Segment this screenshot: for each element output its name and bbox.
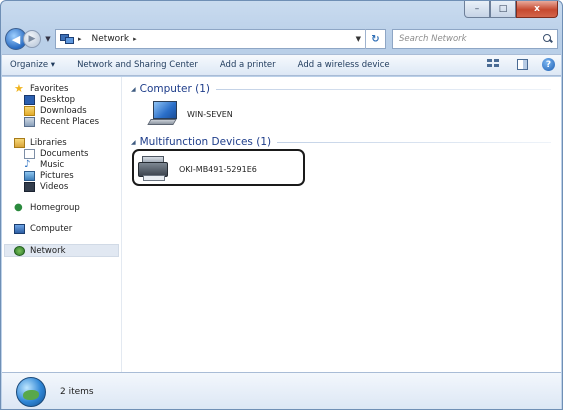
network-sharing-center-button[interactable]: Network and Sharing Center	[77, 60, 198, 70]
breadcrumb-separator[interactable]: ▸	[78, 35, 82, 43]
group-header-multifunction[interactable]: ◢ Multifunction Devices (1)	[131, 136, 551, 148]
forward-arrow-icon[interactable]: ▶	[23, 30, 41, 48]
group-header-computer[interactable]: ◢ Computer (1)	[131, 83, 551, 95]
desktop-icon	[24, 94, 35, 105]
star-icon: ★	[14, 81, 24, 95]
close-button[interactable]: x	[516, 1, 558, 18]
collapse-arrow-icon[interactable]: ◢	[131, 139, 136, 146]
address-bar[interactable]: ▸ Network ▸ ▼ ↻	[55, 29, 386, 49]
address-dropdown-icon[interactable]: ▼	[356, 35, 361, 43]
nav-pictures[interactable]: Pictures	[2, 170, 121, 181]
add-printer-button[interactable]: Add a printer	[220, 60, 276, 70]
nav-libraries[interactable]: Libraries	[2, 137, 121, 148]
breadcrumb-network[interactable]: Network	[92, 34, 130, 44]
file-list-pane: ◢ Computer (1) WIN-SEVEN ◢ Multifunction…	[123, 77, 561, 372]
music-note-icon: ♪	[24, 158, 31, 170]
search-input[interactable]: Search Network	[392, 29, 558, 49]
libraries-icon	[14, 137, 25, 148]
nav-videos[interactable]: Videos	[2, 181, 121, 192]
refresh-icon[interactable]: ↻	[365, 29, 385, 49]
details-pane: 2 items	[2, 372, 561, 409]
caption-buttons: – □ x	[464, 1, 558, 18]
network-icon	[14, 245, 25, 256]
downloads-folder-icon	[24, 105, 35, 116]
add-wireless-device-button[interactable]: Add a wireless device	[298, 60, 390, 70]
printer-icon	[137, 155, 171, 183]
nav-downloads[interactable]: Downloads	[2, 105, 121, 116]
navigation-pane: ★ Favorites Desktop Downloads Recent Plac…	[2, 77, 122, 372]
breadcrumb-separator[interactable]: ▸	[133, 35, 137, 43]
navigation-row: ◀ ▶ ▼ ▸ Network ▸ ▼ ↻ Search Network	[5, 25, 558, 53]
nav-desktop[interactable]: Desktop	[2, 94, 121, 105]
videos-icon	[24, 181, 35, 192]
homegroup-icon: ●	[14, 201, 23, 213]
nav-recent-places[interactable]: Recent Places	[2, 116, 121, 127]
maximize-button[interactable]: □	[490, 1, 516, 18]
device-win-seven[interactable]: WIN-SEVEN	[147, 101, 233, 127]
change-view-icon[interactable]	[487, 58, 503, 71]
view-controls: ?	[487, 58, 555, 71]
device-oki-printer[interactable]: OKI-MB491-5291E6	[137, 155, 257, 183]
nav-music[interactable]: ♪ Music	[2, 159, 121, 170]
nav-documents[interactable]: Documents	[2, 148, 121, 159]
help-icon[interactable]: ?	[542, 58, 555, 71]
network-globe-icon	[16, 377, 46, 407]
recent-pages-dropdown[interactable]: ▼	[43, 35, 53, 43]
minimize-button[interactable]: –	[464, 1, 490, 18]
group-divider	[277, 141, 551, 143]
search-placeholder: Search Network	[399, 34, 467, 44]
organize-button[interactable]: Organize ▾	[10, 60, 55, 70]
nav-network[interactable]: Network	[4, 244, 119, 257]
group-divider	[216, 88, 551, 90]
computer-icon	[147, 101, 179, 127]
command-bar: Organize ▾ Network and Sharing Center Ad…	[2, 54, 561, 76]
search-icon[interactable]	[543, 34, 553, 44]
pictures-icon	[24, 170, 35, 181]
nav-computer[interactable]: Computer	[2, 223, 121, 234]
computer-icon	[14, 223, 25, 234]
collapse-arrow-icon[interactable]: ◢	[131, 86, 136, 93]
preview-pane-icon[interactable]	[517, 59, 528, 70]
content-area: ★ Favorites Desktop Downloads Recent Plac…	[2, 77, 561, 372]
nav-homegroup[interactable]: ● Homegroup	[2, 202, 121, 213]
explorer-window: – □ x ◀ ▶ ▼ ▸ Network ▸ ▼ ↻ Search Netwo…	[0, 0, 563, 410]
item-count: 2 items	[60, 387, 94, 397]
documents-icon	[24, 148, 35, 159]
network-location-icon	[60, 33, 74, 45]
nav-favorites[interactable]: ★ Favorites	[2, 83, 121, 94]
recent-places-icon	[24, 116, 35, 127]
